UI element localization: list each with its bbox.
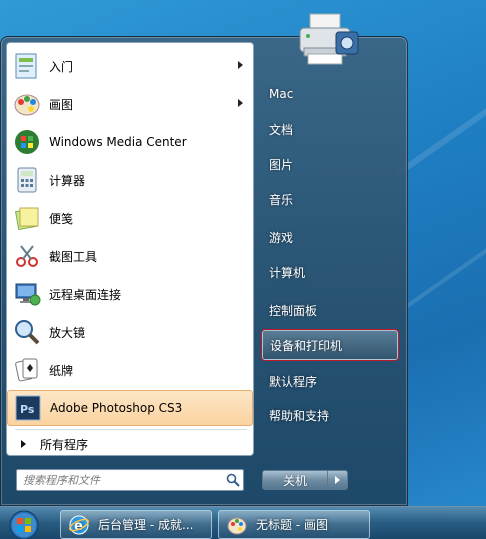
program-label: 放大镜 bbox=[49, 325, 86, 340]
shutdown-options-button[interactable] bbox=[328, 470, 348, 490]
all-programs-label: 所有程序 bbox=[40, 437, 89, 452]
search-area bbox=[6, 460, 256, 500]
program-item-paint[interactable]: 画图 bbox=[7, 86, 253, 122]
programs-panel: 入门 画图 Windows Media Center 计算器 便笺 截图工具 远… bbox=[6, 42, 254, 456]
all-programs-button[interactable]: 所有程序 bbox=[13, 433, 253, 455]
ie-icon: e bbox=[66, 513, 92, 537]
shutdown-button[interactable]: 关机 bbox=[262, 470, 328, 490]
right-item-help-support[interactable]: 帮助和支持 bbox=[262, 400, 398, 430]
sticky-notes-icon bbox=[11, 202, 43, 234]
search-input[interactable] bbox=[17, 471, 223, 489]
program-label: 纸牌 bbox=[49, 363, 74, 378]
program-item-getting-started[interactable]: 入门 bbox=[7, 48, 253, 84]
program-label: Adobe Photoshop CS3 bbox=[50, 401, 183, 415]
right-item-games[interactable]: 游戏 bbox=[262, 222, 398, 252]
right-item-devices-printers[interactable]: 设备和打印机 bbox=[261, 329, 399, 361]
magnifier-icon bbox=[11, 316, 43, 348]
program-item-snipping-tool[interactable]: 截图工具 bbox=[7, 238, 253, 274]
program-item-magnifier[interactable]: 放大镜 bbox=[7, 314, 253, 350]
right-item-mac[interactable]: Mac bbox=[262, 79, 398, 109]
program-label: 入门 bbox=[49, 59, 74, 74]
right-item-music[interactable]: 音乐 bbox=[262, 184, 398, 214]
submenu-arrow-icon[interactable] bbox=[238, 61, 243, 69]
program-label: 截图工具 bbox=[49, 249, 98, 264]
program-item-solitaire[interactable]: 纸牌 bbox=[7, 352, 253, 388]
desktop-light-streak bbox=[394, 68, 486, 178]
photoshop-icon: Ps bbox=[12, 392, 44, 424]
paint-icon bbox=[11, 88, 43, 120]
taskbar-button-paint[interactable]: 无标题 - 画图 bbox=[218, 510, 370, 539]
program-item-media-center[interactable]: Windows Media Center bbox=[7, 124, 253, 160]
arrow-right-icon bbox=[335, 476, 340, 484]
divider bbox=[15, 429, 247, 430]
program-item-calculator[interactable]: 计算器 bbox=[7, 162, 253, 198]
calculator-icon bbox=[11, 164, 43, 196]
program-label: Windows Media Center bbox=[49, 135, 187, 149]
paint-icon bbox=[224, 513, 250, 537]
taskbar-button-label: 后台管理 - 成就... bbox=[98, 518, 194, 532]
snipping-tool-icon bbox=[11, 240, 43, 272]
taskbar-button-label: 无标题 - 画图 bbox=[256, 518, 328, 532]
program-label: 远程桌面连接 bbox=[49, 287, 122, 302]
right-item-pictures[interactable]: 图片 bbox=[262, 149, 398, 179]
program-label: 画图 bbox=[49, 97, 74, 112]
submenu-arrow-icon[interactable] bbox=[238, 99, 243, 107]
desktop-light-streak bbox=[403, 214, 486, 310]
remote-desktop-icon bbox=[11, 278, 43, 310]
search-box[interactable] bbox=[16, 469, 244, 491]
search-icon[interactable] bbox=[223, 470, 243, 490]
right-item-control-panel[interactable]: 控制面板 bbox=[262, 295, 398, 325]
media-center-icon bbox=[11, 126, 43, 158]
svg-text:Ps: Ps bbox=[20, 403, 35, 416]
arrow-right-icon bbox=[21, 440, 26, 448]
devices-printers-icon bbox=[299, 13, 359, 65]
right-item-computer[interactable]: 计算机 bbox=[262, 257, 398, 287]
program-label: 便笺 bbox=[49, 211, 74, 226]
right-item-default-programs[interactable]: 默认程序 bbox=[262, 366, 398, 396]
program-label: 计算器 bbox=[49, 173, 86, 188]
program-item-sticky-notes[interactable]: 便笺 bbox=[7, 200, 253, 236]
program-item-remote-desktop[interactable]: 远程桌面连接 bbox=[7, 276, 253, 312]
program-item-photoshop[interactable]: Ps Adobe Photoshop CS3 bbox=[7, 390, 253, 426]
getting-started-icon bbox=[11, 50, 43, 82]
shutdown-group: 关机 bbox=[262, 470, 350, 490]
taskbar-button-ie[interactable]: e 后台管理 - 成就... bbox=[60, 510, 212, 539]
start-button[interactable] bbox=[2, 508, 46, 539]
solitaire-icon bbox=[11, 354, 43, 386]
right-item-documents[interactable]: 文档 bbox=[262, 114, 398, 144]
